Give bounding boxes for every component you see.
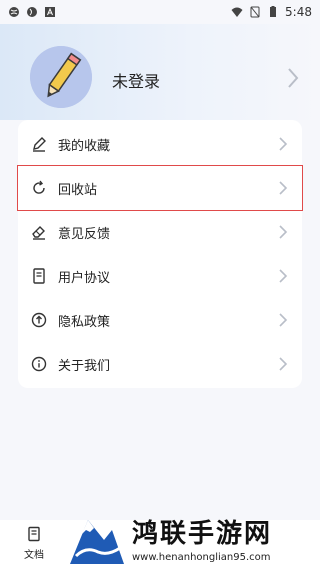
no-sim-icon: [250, 6, 260, 18]
menu-item-label: 关于我们: [58, 358, 111, 374]
menu-item-privacy-policy[interactable]: 隐私政策: [18, 298, 302, 342]
a-icon: [45, 7, 55, 17]
pencil-icon: [30, 46, 92, 108]
menu-item-feedback[interactable]: 意见反馈: [18, 210, 302, 254]
menu-item-recycle-bin[interactable]: 回收站: [17, 165, 303, 211]
menu-item-label: 回收站: [58, 182, 98, 198]
menu-item-about-us[interactable]: 关于我们: [18, 342, 302, 386]
info-icon: [31, 356, 47, 372]
menu-item-label: 我的收藏: [58, 138, 111, 154]
chevron-right-icon: [279, 357, 288, 371]
menu-item-user-agreement[interactable]: 用户协议: [18, 254, 302, 298]
nav-tab-label: 文档: [24, 550, 44, 561]
chevron-right-icon: [279, 269, 288, 283]
menu-item-label: 隐私政策: [58, 314, 111, 330]
menu-item-label: 用户协议: [58, 270, 111, 286]
chevron-right-icon: [279, 181, 288, 195]
eraser-icon: [32, 226, 45, 240]
chevron-right-icon: [279, 313, 288, 327]
watermark: 鸿联手游网 www.henanhonglian95.com: [68, 506, 320, 570]
chevron-right-icon: [279, 137, 288, 151]
arrow-up-circle-icon: [31, 312, 47, 328]
document-icon: [28, 526, 40, 542]
document-icon: [33, 268, 45, 284]
battery-icon: [270, 6, 277, 17]
menu-item-label: 意见反馈: [58, 226, 111, 242]
avatar[interactable]: [30, 46, 92, 108]
settings-menu: 我的收藏 回收站 意见反馈 用户协议 隐私政策 关于我们: [17, 120, 303, 388]
globe-icon: [9, 7, 19, 17]
refresh-icon: [33, 180, 45, 194]
globe-icon: [27, 7, 37, 17]
chevron-right-icon[interactable]: [286, 66, 300, 90]
profile-header[interactable]: 未登录: [0, 24, 320, 120]
watermark-title: 鸿联手游网: [132, 519, 273, 549]
watermark-logo: [70, 520, 124, 564]
wifi-icon: [231, 7, 243, 17]
pen-icon: [33, 137, 46, 152]
menu-item-favorites[interactable]: 我的收藏: [18, 122, 302, 166]
nav-tab-documents[interactable]: 文档: [10, 526, 58, 566]
login-status-text[interactable]: 未登录: [112, 68, 160, 92]
watermark-url: www.henanhonglian95.com: [132, 552, 271, 563]
chevron-right-icon: [279, 225, 288, 239]
status-bar: 5:48: [0, 0, 320, 24]
status-time: 5:48: [285, 5, 312, 19]
